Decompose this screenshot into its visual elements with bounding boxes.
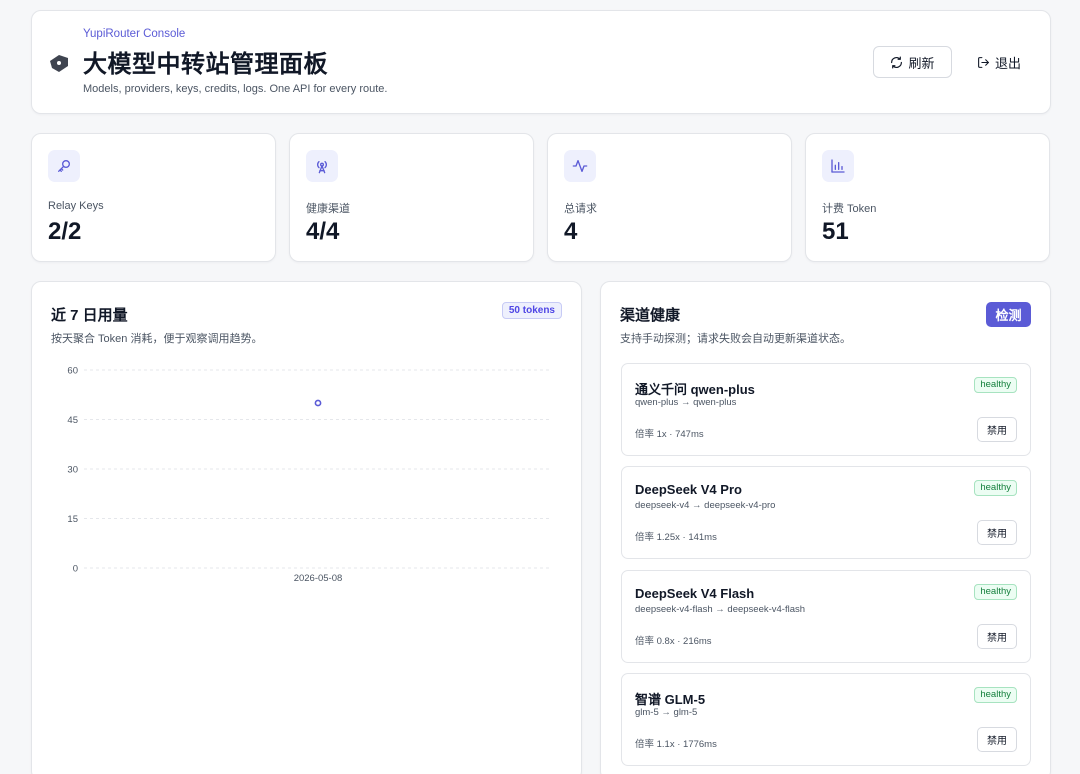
channel-route: qwen-plus → qwen-plus [635,397,737,408]
page-subtitle: Models, providers, keys, credits, logs. … [83,83,388,95]
stat-value: 4 [564,218,578,245]
channel-meta: 倍率 1.25x · 141ms [635,532,717,543]
disable-button[interactable]: 禁用 [977,520,1017,545]
refresh-icon [891,55,903,69]
app-eyebrow: YupiRouter Console [83,28,186,40]
disable-button[interactable]: 禁用 [977,417,1017,442]
status-badge: healthy [974,377,1017,393]
stat-card-total-requests: 总请求 4 [547,133,792,262]
activity-icon [564,150,596,182]
channel-route: deepseek-v4-flash → deepseek-v4-flash [635,604,806,615]
health-title: 渠道健康 [620,307,681,324]
page-title: 大模型中转站管理面板 [83,51,328,78]
refresh-button[interactable]: 刷新 [873,46,952,78]
y-tick-label: 15 [67,514,78,525]
stat-value: 2/2 [48,218,82,245]
channel-item: 智谱 GLM-5 glm-5 → glm-5 倍率 1.1x · 1776ms … [621,673,1031,766]
detect-button[interactable]: 检测 [986,302,1031,327]
x-tick-label: 2026-05-08 [294,573,343,584]
stat-value: 51 [822,218,849,245]
tag-icon [50,55,68,72]
status-badge: healthy [974,480,1017,496]
y-tick-label: 60 [67,366,78,377]
channel-item: DeepSeek V4 Flash deepseek-v4-flash → de… [621,570,1031,663]
channel-meta: 倍率 1x · 747ms [635,429,704,440]
status-badge: healthy [974,687,1017,703]
health-description: 支持手动探测；请求失败会自动更新渠道状态。 [620,333,851,345]
stat-label: Relay Keys [48,200,104,212]
stat-card-billed-tokens: 计费 Token 51 [805,133,1050,262]
stat-label: 计费 Token [822,203,877,215]
channel-name: DeepSeek V4 Flash [635,586,755,601]
key-icon [48,150,80,182]
usage-chart: 0 15 30 45 60 2026-05-08 [67,366,552,584]
channel-item: 通义千问 qwen-plus qwen-plus → qwen-plus 倍率 … [621,363,1031,456]
stat-value: 4/4 [306,218,340,245]
y-tick-label: 30 [67,465,78,476]
refresh-label: 刷新 [908,55,935,71]
disable-button[interactable]: 禁用 [977,624,1017,649]
usage-card: 近 7 日用量 按天聚合 Token 消耗，便于观察调用趋势。 50 token… [31,281,582,774]
logout-button[interactable]: 退出 [973,46,1026,78]
channel-name: 通义千问 qwen-plus [635,382,755,397]
y-tick-label: 45 [67,415,78,426]
y-tick-label: 0 [73,564,78,575]
channel-meta: 倍率 1.1x · 1776ms [635,739,717,750]
stat-card-relay-keys: Relay Keys 2/2 [31,133,276,262]
disable-button[interactable]: 禁用 [977,727,1017,752]
logout-icon [978,56,989,68]
channel-item: DeepSeek V4 Pro deepseek-v4 → deepseek-v… [621,466,1031,559]
channel-route: deepseek-v4 → deepseek-v4-pro [635,500,776,511]
stat-label: 总请求 [564,203,597,215]
channel-meta: 倍率 0.8x · 216ms [635,636,712,647]
antenna-icon [306,150,338,182]
data-point [314,399,322,407]
header-card: YupiRouter Console 大模型中转站管理面板 Models, pr… [31,10,1051,114]
stat-card-healthy-channels: 健康渠道 4/4 [289,133,534,262]
channel-route: glm-5 → glm-5 [635,707,698,718]
logout-label: 退出 [995,55,1022,71]
bar-chart-icon [822,150,854,182]
channel-health-card: 渠道健康 支持手动探测；请求失败会自动更新渠道状态。 检测 通义千问 qwen-… [600,281,1051,774]
status-badge: healthy [974,584,1017,600]
channel-name: DeepSeek V4 Pro [635,482,742,497]
channel-name: 智谱 GLM-5 [635,692,706,707]
stat-label: 健康渠道 [306,203,350,215]
